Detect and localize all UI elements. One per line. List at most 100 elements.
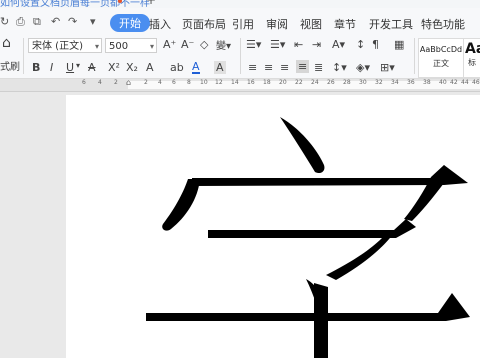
ruler-mark: 32	[375, 79, 383, 86]
sort-icon[interactable]: ↕	[356, 38, 365, 51]
new-tab-button[interactable]: +	[146, 0, 156, 7]
quick-access-dropdown-icon[interactable]: ▾	[90, 15, 96, 28]
ruler-mark: 30	[359, 79, 367, 86]
chevron-down-icon: ▾	[94, 42, 99, 51]
ribbon: ↻ ⎙ ⧉ ↶ ↷ ▾ 开始 插入 页面布局 引用 审阅 视图 章节 开发工具 …	[0, 8, 480, 79]
style-preview: Aa	[465, 41, 480, 57]
ruler-mark: 18	[263, 79, 271, 86]
format-painter-label[interactable]: 式刷	[0, 58, 20, 73]
char-stroke-roof-left	[162, 179, 200, 231]
title-bar: 如何设置文档页眉每一页都不一样 +	[0, 0, 480, 8]
char-stroke-bottom	[146, 293, 470, 321]
ruler-mark: 24	[311, 79, 319, 86]
repeat-icon[interactable]: ↷	[68, 15, 77, 28]
tab-insert[interactable]: 插入	[149, 16, 171, 32]
clear-format-icon[interactable]: ◇	[200, 38, 208, 51]
divider	[23, 38, 24, 74]
tab-developer[interactable]: 开发工具	[369, 16, 413, 32]
distributed-icon[interactable]: ≣	[314, 61, 323, 74]
preview-icon[interactable]: ⧉	[33, 15, 41, 29]
redo-icon[interactable]: ↻	[0, 15, 9, 28]
ruler-mark: 8	[187, 79, 191, 86]
style-preview: AaBbCcDd	[419, 45, 463, 54]
shrink-font-button[interactable]: A⁻	[181, 38, 194, 51]
show-marks-icon[interactable]: ¶	[372, 38, 379, 51]
increase-indent-icon[interactable]: ⇥	[312, 38, 321, 51]
ruler-mark: 14	[231, 79, 239, 86]
highlight-button[interactable]: ab	[170, 61, 184, 74]
table-icon[interactable]: ▦	[394, 38, 404, 51]
ruler-mark: 4	[98, 79, 102, 86]
tab-page-layout[interactable]: 页面布局	[182, 16, 226, 32]
ruler-mark: 12	[215, 79, 223, 86]
bullets-icon[interactable]: ☰▾	[246, 38, 261, 51]
text-effect-button[interactable]: A	[146, 61, 154, 74]
tab-special-features[interactable]: 特色功能	[421, 16, 465, 32]
phonetic-icon[interactable]: 變▾	[216, 37, 231, 52]
ruler-mark: 6	[82, 79, 86, 86]
indent-marker-icon[interactable]: ⌂	[126, 78, 131, 87]
numbering-icon[interactable]: ☰▾	[270, 38, 285, 51]
tab-review[interactable]: 审阅	[266, 16, 288, 32]
ruler-mark: 16	[247, 79, 255, 86]
justify-icon[interactable]: ≡	[296, 60, 310, 73]
tab-home[interactable]: 开始	[110, 14, 150, 32]
chinese-layout-icon[interactable]: A▾	[332, 38, 345, 51]
horizontal-ruler[interactable]: 6 4 2 ⌂ 2 4 6 8 10 12 14 16 18 20 22 24 …	[0, 78, 480, 92]
undo-icon[interactable]: ↶	[51, 15, 60, 28]
align-center-icon[interactable]: ≡	[264, 61, 273, 74]
divider	[240, 38, 241, 74]
superscript-button[interactable]: X²	[108, 61, 120, 74]
tab-references[interactable]: 引用	[232, 16, 254, 32]
ruler-mark: 40	[439, 79, 447, 86]
ruler-mark: 34	[391, 79, 399, 86]
align-left-icon[interactable]: ≡	[248, 61, 257, 74]
ruler-mark: 28	[343, 79, 351, 86]
ruler-mark: 46	[472, 79, 480, 86]
ruler-mark: 20	[279, 79, 287, 86]
char-stroke-dot	[280, 117, 325, 174]
ruler-mark: 4	[158, 79, 162, 86]
font-color-button[interactable]: A	[192, 61, 200, 74]
font-size-value: 500	[109, 41, 129, 52]
tab-section[interactable]: 章节	[334, 16, 356, 32]
ruler-mark: 44	[461, 79, 469, 86]
char-border-button[interactable]: A	[214, 61, 226, 74]
char-stroke-roof	[192, 165, 468, 186]
style-name: 标	[468, 58, 476, 67]
ruler-mark: 22	[295, 79, 303, 86]
ruler-mark: 36	[407, 79, 415, 86]
document-page[interactable]: 字	[66, 95, 480, 358]
document-large-character: 字	[146, 117, 470, 358]
bold-button[interactable]: B	[32, 61, 40, 74]
font-name-select[interactable]: 宋体 (正文) ▾	[28, 38, 102, 53]
ruler-mark: 2	[144, 79, 148, 86]
style-name: 正文	[433, 59, 449, 68]
borders-icon[interactable]: ⊞▾	[380, 61, 395, 74]
style-normal[interactable]: AaBbCcDd 正文	[418, 38, 464, 78]
char-stroke-roof-right	[404, 165, 450, 221]
align-right-icon[interactable]: ≡	[280, 61, 289, 74]
print-icon[interactable]: ⎙	[16, 15, 25, 29]
format-painter-icon[interactable]: ⌂	[2, 35, 11, 51]
ruler-mark: 2	[114, 79, 118, 86]
ruler-mark: 38	[423, 79, 431, 86]
strikethrough-button[interactable]: A	[88, 61, 96, 74]
chevron-down-icon: ▾	[149, 42, 154, 51]
font-name-value: 宋体 (正文)	[32, 41, 83, 52]
shading-icon[interactable]: ◈▾	[356, 61, 370, 74]
style-heading[interactable]: Aa 标	[464, 38, 480, 78]
grow-font-button[interactable]: A⁺	[163, 38, 176, 51]
tab-view[interactable]: 视图	[300, 16, 322, 32]
decrease-indent-icon[interactable]: ⇤	[294, 38, 303, 51]
subscript-button[interactable]: X₂	[126, 61, 138, 74]
divider	[414, 38, 415, 74]
ruler-mark: 6	[172, 79, 176, 86]
ruler-mark: 42	[450, 79, 458, 86]
italic-button[interactable]: I	[50, 61, 53, 74]
font-size-select[interactable]: 500 ▾	[105, 38, 157, 53]
line-spacing-icon[interactable]: ↕▾	[332, 61, 347, 74]
document-tab-title[interactable]: 如何设置文档页眉每一页都不一样	[0, 0, 150, 8]
chevron-down-icon[interactable]: ▾	[76, 61, 80, 70]
underline-button[interactable]: U	[66, 61, 74, 74]
